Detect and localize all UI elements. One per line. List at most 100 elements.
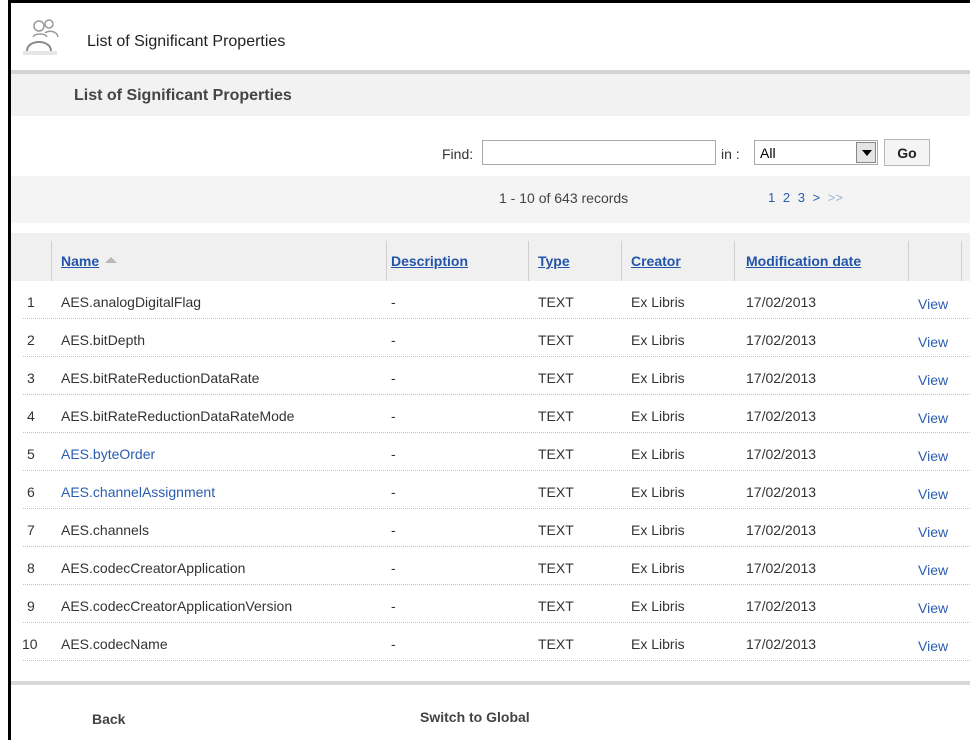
- date-cell: 17/02/2013: [746, 598, 817, 614]
- view-link[interactable]: View: [918, 638, 948, 654]
- type-cell: TEXT: [538, 522, 574, 538]
- type-cell: TEXT: [538, 332, 574, 348]
- view-link[interactable]: View: [918, 486, 948, 502]
- view-link[interactable]: View: [918, 410, 948, 426]
- sort-ascending-icon: [105, 257, 118, 264]
- row-number: 1: [27, 294, 35, 310]
- column-header-description[interactable]: Description: [391, 253, 468, 269]
- property-name-link[interactable]: AES.bitRateReductionDataRate: [61, 370, 259, 386]
- creator-cell: Ex Libris: [631, 408, 685, 424]
- footer-divider: [11, 681, 970, 685]
- column-divider: [51, 241, 52, 281]
- row-number: 3: [27, 370, 35, 386]
- property-name-link[interactable]: AES.channelAssignment: [61, 484, 215, 500]
- view-link[interactable]: View: [918, 334, 948, 350]
- view-link[interactable]: View: [918, 448, 948, 464]
- view-link[interactable]: View: [918, 600, 948, 616]
- table-row: 3 AES.bitRateReductionDataRate - TEXT Ex…: [11, 357, 970, 395]
- scope-select[interactable]: All: [754, 140, 878, 165]
- property-name-link[interactable]: AES.codecName: [61, 636, 168, 652]
- table-row: 1 AES.analogDigitalFlag - TEXT Ex Libris…: [11, 281, 970, 319]
- in-label: in :: [721, 146, 740, 162]
- column-header-name[interactable]: Name: [61, 253, 118, 269]
- table-row: 8 AES.codecCreatorApplication - TEXT Ex …: [11, 547, 970, 585]
- description-cell: -: [391, 408, 396, 424]
- property-name-link[interactable]: AES.codecCreatorApplication: [61, 560, 245, 576]
- creator-cell: Ex Libris: [631, 332, 685, 348]
- description-cell: -: [391, 522, 396, 538]
- description-cell: -: [391, 560, 396, 576]
- next-page-icon[interactable]: >: [813, 190, 821, 205]
- page-2-link[interactable]: 2: [783, 190, 790, 205]
- table-body: 1 AES.analogDigitalFlag - TEXT Ex Libris…: [11, 281, 970, 661]
- property-name-link[interactable]: AES.analogDigitalFlag: [61, 294, 201, 310]
- type-cell: TEXT: [538, 370, 574, 386]
- table-row: 7 AES.channels - TEXT Ex Libris 17/02/20…: [11, 509, 970, 547]
- property-name-link[interactable]: AES.codecCreatorApplicationVersion: [61, 598, 292, 614]
- find-label: Find:: [442, 146, 474, 162]
- back-button[interactable]: Back: [92, 711, 125, 727]
- description-cell: -: [391, 294, 396, 310]
- creator-cell: Ex Libris: [631, 598, 685, 614]
- type-cell: TEXT: [538, 636, 574, 652]
- column-header-type[interactable]: Type: [538, 253, 570, 269]
- table-row: 10 AES.codecName - TEXT Ex Libris 17/02/…: [11, 623, 970, 661]
- scope-select-value: All: [760, 145, 776, 161]
- table-header: Name Description Type Creator Modificati…: [11, 233, 970, 281]
- table-row: 4 AES.bitRateReductionDataRateMode - TEX…: [11, 395, 970, 433]
- creator-cell: Ex Libris: [631, 636, 685, 652]
- row-number: 8: [27, 560, 35, 576]
- view-link[interactable]: View: [918, 524, 948, 540]
- creator-cell: Ex Libris: [631, 560, 685, 576]
- search-bar: Find: in : All Go: [11, 116, 970, 176]
- type-cell: TEXT: [538, 598, 574, 614]
- page-1-link[interactable]: 1: [768, 190, 775, 205]
- view-link[interactable]: View: [918, 562, 948, 578]
- table-row: 9 AES.codecCreatorApplicationVersion - T…: [11, 585, 970, 623]
- description-cell: -: [391, 332, 396, 348]
- date-cell: 17/02/2013: [746, 636, 817, 652]
- row-number: 4: [27, 408, 35, 424]
- row-number: 6: [27, 484, 35, 500]
- column-divider: [528, 241, 529, 281]
- date-cell: 17/02/2013: [746, 332, 817, 348]
- page-3-link[interactable]: 3: [798, 190, 805, 205]
- go-button[interactable]: Go: [884, 139, 930, 166]
- view-link[interactable]: View: [918, 296, 948, 312]
- column-divider: [961, 241, 962, 281]
- date-cell: 17/02/2013: [746, 370, 817, 386]
- date-cell: 17/02/2013: [746, 294, 817, 310]
- table-row: 6 AES.channelAssignment - TEXT Ex Libris…: [11, 471, 970, 509]
- creator-cell: Ex Libris: [631, 294, 685, 310]
- view-link[interactable]: View: [918, 372, 948, 388]
- last-page-icon[interactable]: >>: [828, 190, 843, 205]
- date-cell: 17/02/2013: [746, 484, 817, 500]
- property-name-link[interactable]: AES.byteOrder: [61, 446, 155, 462]
- description-cell: -: [391, 446, 396, 462]
- chevron-down-icon[interactable]: [856, 142, 876, 163]
- creator-cell: Ex Libris: [631, 522, 685, 538]
- creator-cell: Ex Libris: [631, 484, 685, 500]
- description-cell: -: [391, 484, 396, 500]
- section-header: List of Significant Properties: [11, 70, 970, 116]
- column-header-modification-date[interactable]: Modification date: [746, 253, 861, 269]
- description-cell: -: [391, 636, 396, 652]
- column-header-creator[interactable]: Creator: [631, 253, 681, 269]
- column-divider: [386, 241, 387, 281]
- type-cell: TEXT: [538, 408, 574, 424]
- column-divider: [734, 241, 735, 281]
- property-name-link[interactable]: AES.bitDepth: [61, 332, 145, 348]
- row-number: 2: [27, 332, 35, 348]
- property-name-link[interactable]: AES.channels: [61, 522, 149, 538]
- app-header: List of Significant Properties: [11, 3, 970, 70]
- column-divider: [621, 241, 622, 281]
- records-summary: 1 - 10 of 643 records: [499, 190, 629, 206]
- find-input[interactable]: [482, 140, 716, 165]
- records-bar: 1 - 10 of 643 records 1 2 3 > >>: [11, 176, 970, 223]
- row-number: 9: [27, 598, 35, 614]
- property-name-link[interactable]: AES.bitRateReductionDataRateMode: [61, 408, 294, 424]
- section-title: List of Significant Properties: [74, 87, 292, 104]
- switch-to-global-button[interactable]: Switch to Global: [420, 709, 530, 725]
- description-cell: -: [391, 370, 396, 386]
- type-cell: TEXT: [538, 484, 574, 500]
